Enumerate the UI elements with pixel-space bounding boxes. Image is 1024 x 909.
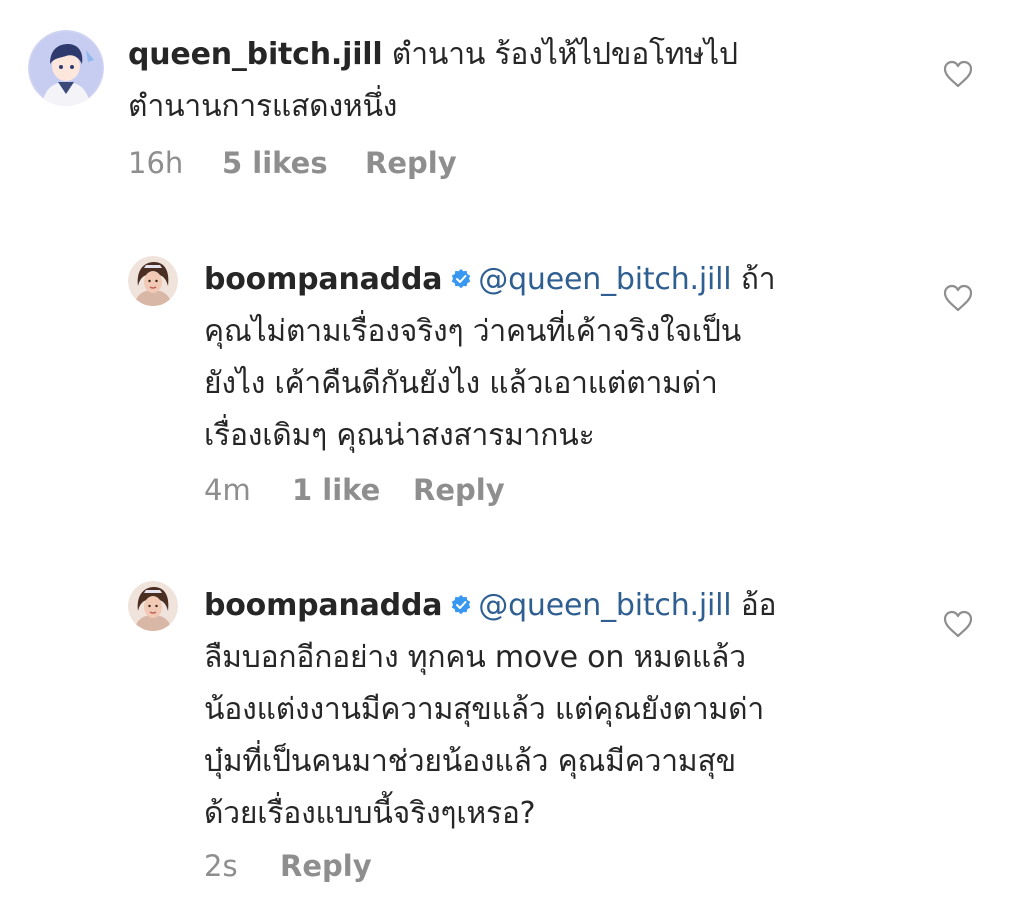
likes-count[interactable]: 1 like <box>292 473 413 507</box>
avatar[interactable] <box>128 256 178 306</box>
comment-text-line: ลืมบอกอีกอย่าง ทุกคน move on หมดแล้ว <box>204 640 746 675</box>
comment-timestamp: 4m <box>204 473 251 507</box>
comment-text-line: น้องแต่งงานมีความสุขแล้ว แต่คุณยังตามด่า <box>204 692 765 727</box>
mention-link[interactable]: @queen_bitch.jill <box>478 588 731 623</box>
comment-timestamp: 2s <box>204 849 238 883</box>
avatar[interactable] <box>128 581 178 631</box>
comment-text-line: คุณไม่ตามเรื่องจริงๆ ว่าคนที่เค้าจริงใจเ… <box>204 314 742 349</box>
likes-count[interactable]: 5 likes <box>222 146 365 180</box>
heart-outline-icon <box>943 284 973 312</box>
mention-link[interactable]: @queen_bitch.jill <box>478 262 731 297</box>
profile-photo-avatar-icon <box>128 581 178 631</box>
reply-button[interactable]: Reply <box>413 473 505 507</box>
verified-badge-icon <box>450 268 472 290</box>
comment-text-line: ด้วยเรื่องแบบนี้จริงๆเหรอ? <box>204 796 536 831</box>
comment-text-line: บุ๋มที่เป็นคนมาช่วยน้องแล้ว คุณมีความสุข <box>204 744 736 779</box>
comment-timestamp: 16h <box>128 146 184 180</box>
comment-meta: 2s Reply <box>204 849 372 883</box>
comment-text-line: ยังไง เค้าคืนดีกันยังไง แล้วเอาแต่ตามด่า <box>204 366 718 401</box>
comment-text-line: อ้อ <box>740 588 777 623</box>
comment-text: boompanadda @queen_bitch.jill อ้อ ลืมบอกอ… <box>204 580 904 840</box>
comment-meta: 16h 5 likes Reply <box>128 146 457 180</box>
comment-meta: 4m 1 like Reply <box>204 473 505 507</box>
comment-text: queen_bitch.jill ตำนาน ร้องไห้ไปขอโทษไป … <box>128 29 888 133</box>
reply-button[interactable]: Reply <box>365 146 457 180</box>
comment-username[interactable]: boompanadda <box>204 262 442 297</box>
heart-outline-icon <box>943 610 973 638</box>
anime-avatar-icon <box>28 30 104 106</box>
heart-outline-icon <box>943 60 973 88</box>
like-button[interactable] <box>943 60 973 88</box>
comment-text-line: ถ้า <box>740 262 776 297</box>
profile-photo-avatar-icon <box>128 256 178 306</box>
comment-username[interactable]: boompanadda <box>204 588 442 623</box>
comment-text: boompanadda @queen_bitch.jill ถ้า คุณไม่ต… <box>204 254 904 462</box>
comment-text-line: เรื่องเดิมๆ คุณน่าสงสารมากนะ <box>204 418 595 453</box>
verified-badge-icon <box>450 594 472 616</box>
comment-text-line: ตำนาน ร้องไห้ไปขอโทษไป <box>391 37 738 72</box>
like-button[interactable] <box>943 284 973 312</box>
comment-text-line: ตำนานการแสดงหนึ่ง <box>128 89 398 124</box>
like-button[interactable] <box>943 610 973 638</box>
comment-username[interactable]: queen_bitch.jill <box>128 37 383 72</box>
reply-button[interactable]: Reply <box>280 849 372 883</box>
avatar[interactable] <box>28 30 104 106</box>
